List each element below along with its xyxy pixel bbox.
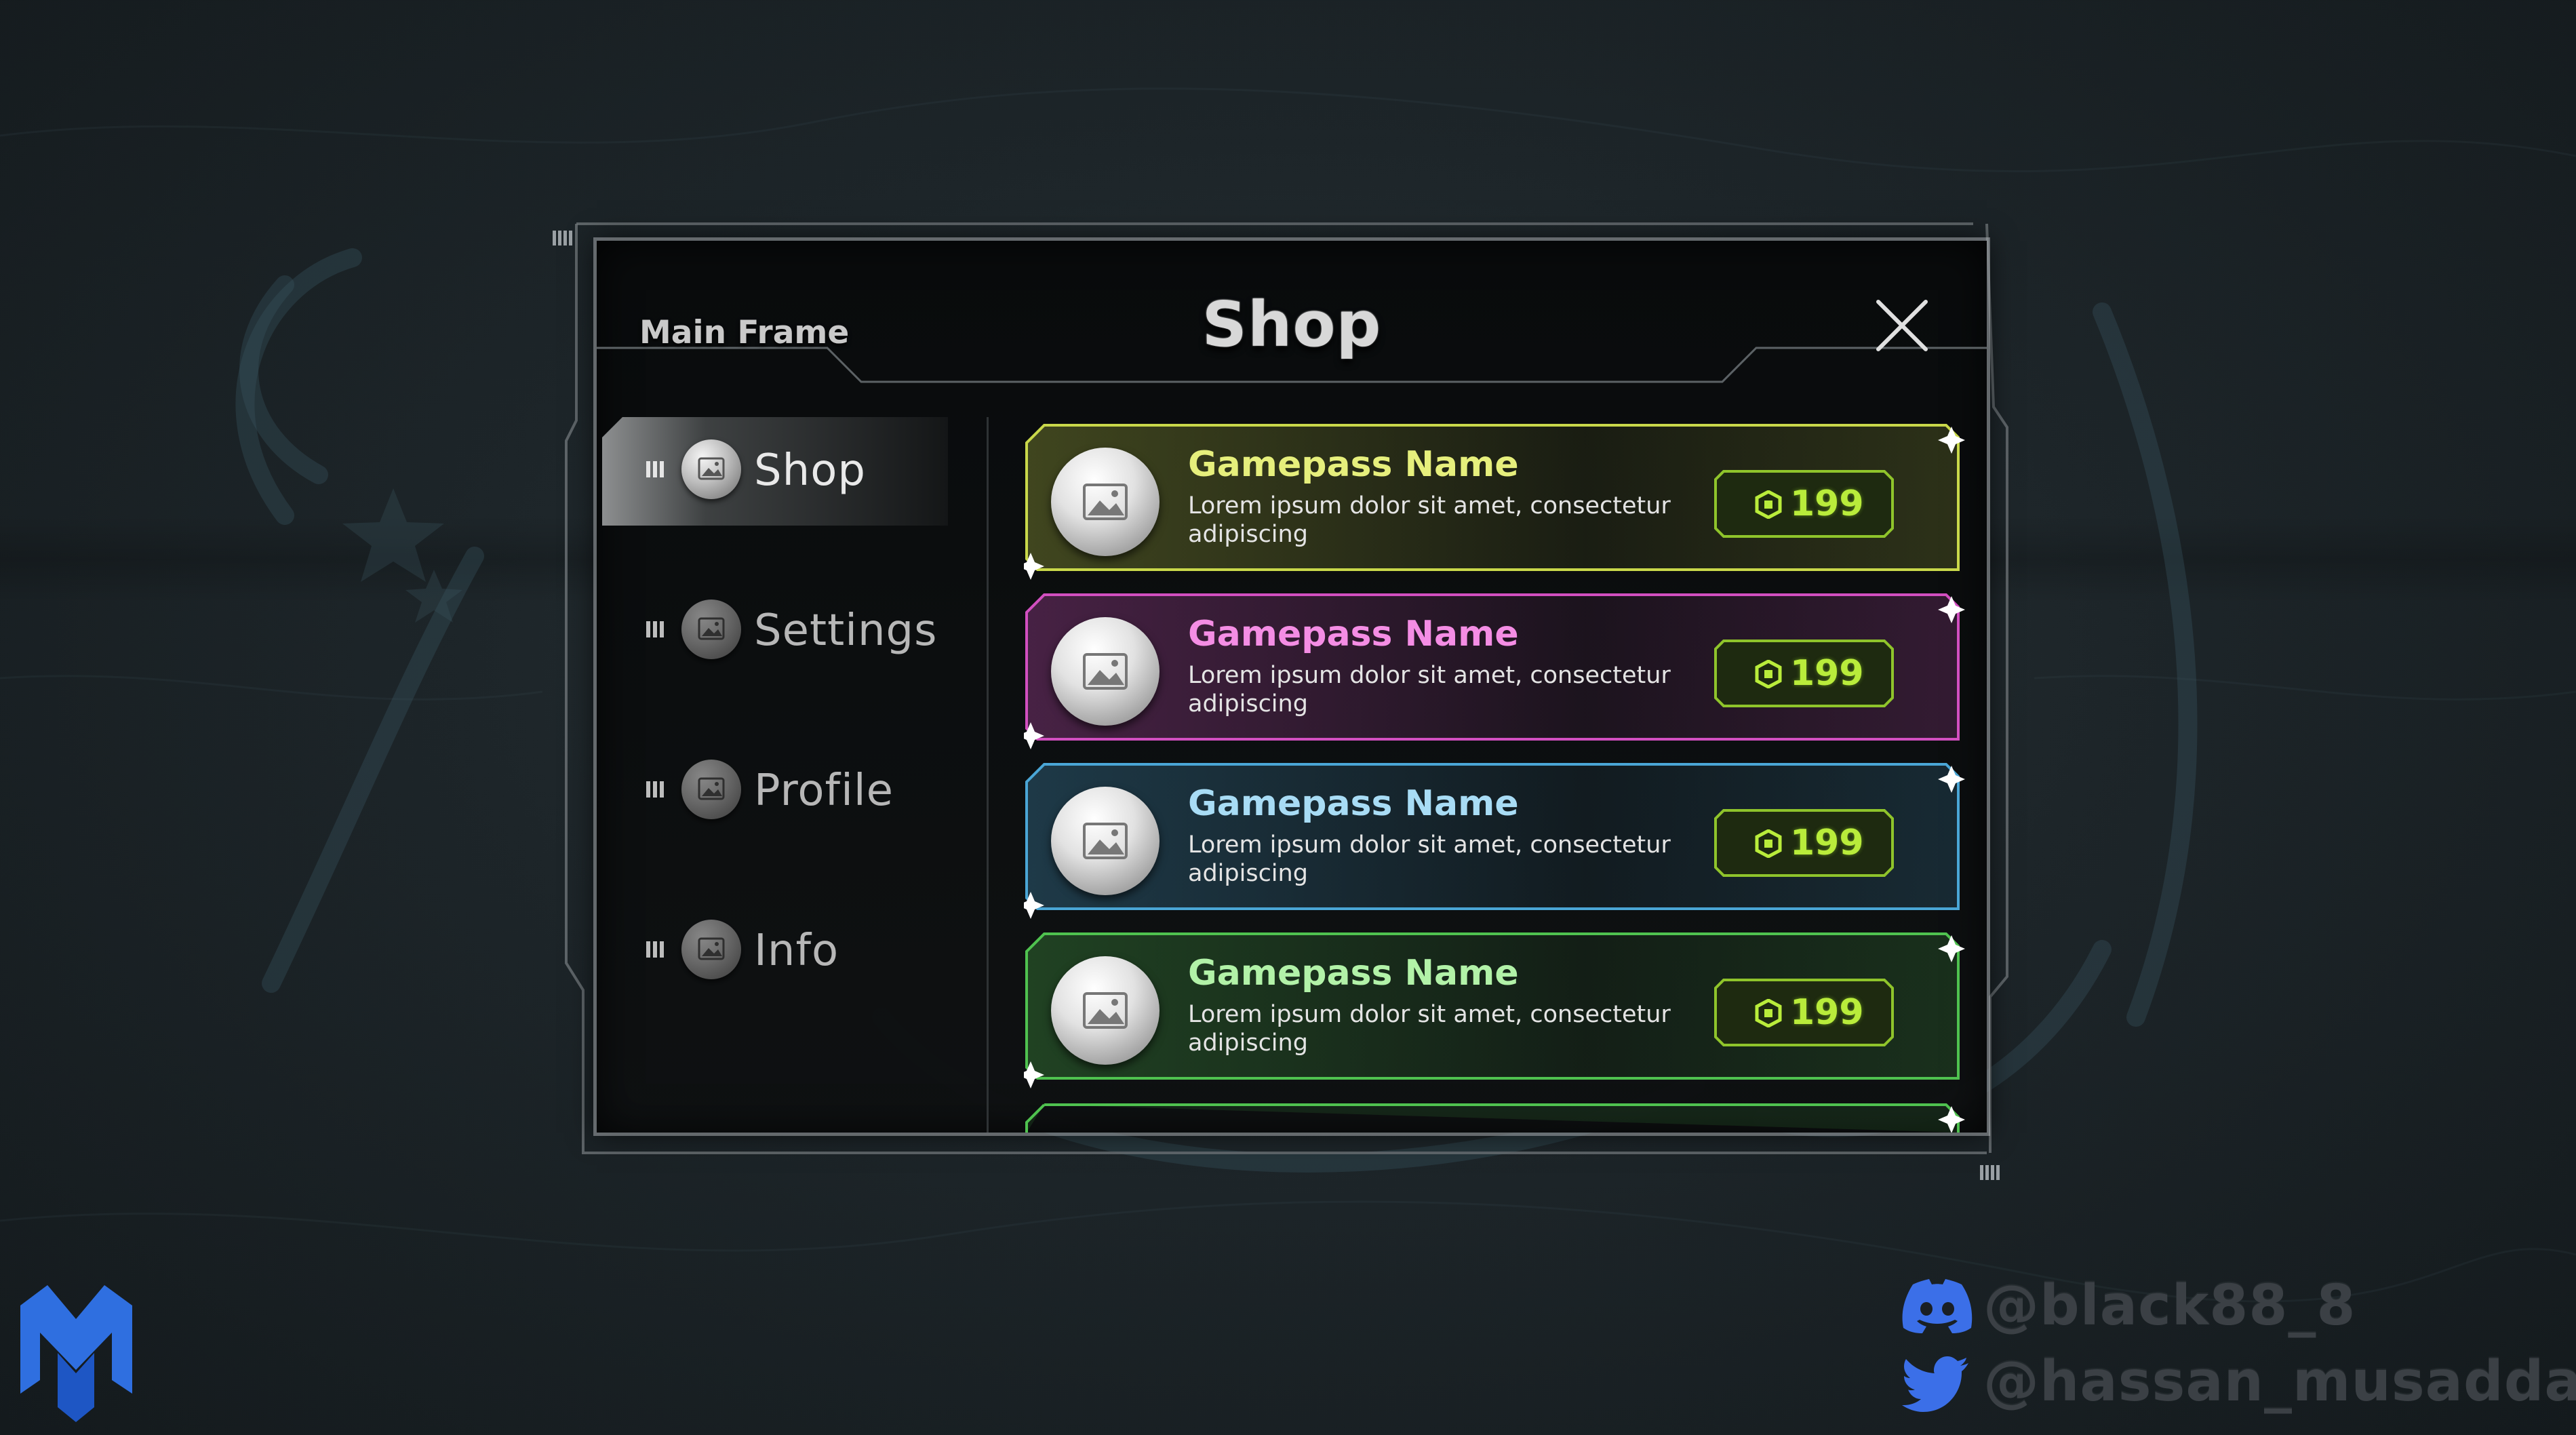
social-handles: @black88_8 @hassan_musaddaq xyxy=(1899,1274,2576,1423)
sidebar-item-settings[interactable]: Settings xyxy=(597,577,976,686)
price-value: 199 xyxy=(1790,653,1864,694)
grip-icon xyxy=(646,781,668,798)
robux-icon xyxy=(1755,829,1782,858)
gamepass-image-icon xyxy=(1051,448,1160,556)
gamepass-image-icon xyxy=(1051,956,1160,1065)
sidebar-divider xyxy=(987,417,989,1133)
price-value: 199 xyxy=(1790,992,1864,1033)
sidebar-item-profile[interactable]: Profile xyxy=(597,737,976,846)
grip-icon xyxy=(646,461,668,477)
page-title: Shop xyxy=(1202,288,1382,361)
gamepass-name: Gamepass Name xyxy=(1188,783,1519,824)
sidebar: Shop Settings Profile Info xyxy=(597,417,997,1133)
sidebar-item-label: Settings xyxy=(754,606,938,656)
image-icon xyxy=(681,920,741,979)
gamepass-name: Gamepass Name xyxy=(1188,953,1519,994)
sidebar-item-shop[interactable]: Shop xyxy=(597,417,976,526)
robux-icon xyxy=(1755,660,1782,688)
sidebar-item-label: Profile xyxy=(754,766,894,816)
sidebar-item-label: Shop xyxy=(754,446,866,496)
brand-logo xyxy=(20,1285,132,1422)
discord-handle: @black88_8 xyxy=(1983,1274,2356,1338)
discord-icon xyxy=(1902,1279,1973,1333)
image-icon xyxy=(681,760,741,819)
gamepass-description: Lorem ipsum dolor sit amet, consectetur … xyxy=(1188,831,1671,887)
gamepass-name: Gamepass Name xyxy=(1188,614,1519,654)
gamepass-card[interactable]: Gamepass Name Lorem ipsum dolor sit amet… xyxy=(1024,932,1973,1088)
price-value: 199 xyxy=(1790,484,1864,524)
grip-icon xyxy=(646,621,668,637)
close-button[interactable] xyxy=(1871,295,1933,356)
grip-icon xyxy=(646,941,668,958)
buy-button[interactable]: 199 xyxy=(1714,640,1894,707)
gamepass-description: Lorem ipsum dolor sit amet, consectetur … xyxy=(1188,492,1671,548)
robux-icon xyxy=(1755,490,1782,519)
gamepass-card[interactable]: Gamepass Name Lorem ipsum dolor sit amet… xyxy=(1024,424,1973,580)
robux-icon xyxy=(1755,999,1782,1027)
sidebar-item-info[interactable]: Info xyxy=(597,897,976,1006)
shop-window: Main Frame Shop Shop Settings Profile In… xyxy=(597,241,1987,1133)
card-partial-frame xyxy=(1025,1103,1965,1133)
gamepass-description: Lorem ipsum dolor sit amet, consectetur … xyxy=(1188,662,1671,718)
image-icon xyxy=(681,599,741,659)
buy-button[interactable]: 199 xyxy=(1714,979,1894,1046)
twitter-handle: @hassan_musaddaq xyxy=(1983,1350,2576,1414)
gamepass-card[interactable]: Gamepass Name Lorem ipsum dolor sit amet… xyxy=(1024,593,1973,749)
gamepass-image-icon xyxy=(1051,787,1160,895)
gamepass-image-icon xyxy=(1051,617,1160,726)
close-icon xyxy=(1876,300,1928,351)
buy-button[interactable]: 199 xyxy=(1714,470,1894,538)
price-value: 199 xyxy=(1790,823,1864,863)
gamepass-description: Lorem ipsum dolor sit amet, consectetur … xyxy=(1188,1001,1671,1057)
gamepass-name: Gamepass Name xyxy=(1188,444,1519,485)
twitter-icon xyxy=(1902,1356,1968,1412)
gamepass-card[interactable]: Gamepass Name Lorem ipsum dolor sit amet… xyxy=(1024,763,1973,919)
image-icon xyxy=(681,439,741,499)
buy-button[interactable]: 199 xyxy=(1714,809,1894,877)
sidebar-item-label: Info xyxy=(754,926,839,976)
gamepass-list: Gamepass Name Lorem ipsum dolor sit amet… xyxy=(1024,424,1973,1133)
